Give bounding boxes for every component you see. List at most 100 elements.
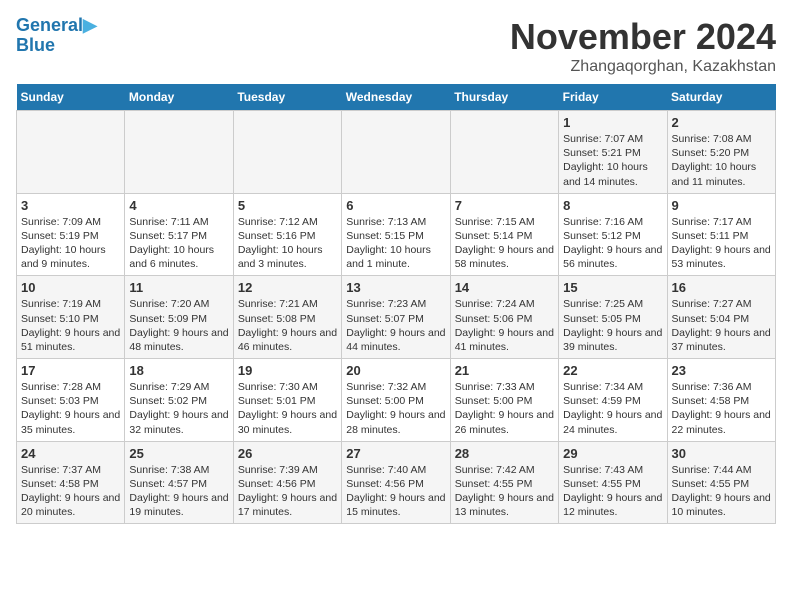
day-number: 4 [129,198,228,213]
day-number: 28 [455,446,554,461]
page-header: General▶ Blue November 2024 Zhangaqorgha… [16,16,776,76]
day-number: 13 [346,280,445,295]
calendar-cell: 5Sunrise: 7:12 AMSunset: 5:16 PMDaylight… [233,193,341,276]
day-number: 15 [563,280,662,295]
calendar-cell [342,111,450,194]
day-info: Sunrise: 7:20 AMSunset: 5:09 PMDaylight:… [129,297,228,354]
day-info: Sunrise: 7:32 AMSunset: 5:00 PMDaylight:… [346,380,445,437]
calendar-cell: 15Sunrise: 7:25 AMSunset: 5:05 PMDayligh… [559,276,667,359]
day-number: 16 [672,280,771,295]
day-number: 10 [21,280,120,295]
calendar-cell: 18Sunrise: 7:29 AMSunset: 5:02 PMDayligh… [125,359,233,442]
day-number: 8 [563,198,662,213]
calendar-cell: 17 Sunrise: 7:28 AMSunset: 5:03 PMDayligh… [17,359,125,442]
calendar-cell: 20 Sunrise: 7:32 AMSunset: 5:00 PMDayligh… [342,359,450,442]
logo-line2: Blue [16,35,55,55]
day-info: Sunrise: 7:28 AMSunset: 5:03 PMDaylight:… [21,380,120,437]
day-number: 20 [346,363,445,378]
calendar-cell: 27 Sunrise: 7:40 AMSunset: 4:56 PMDayligh… [342,441,450,524]
weekday-header-row: SundayMondayTuesdayWednesdayThursdayFrid… [17,84,776,111]
calendar-week-1: 1 Sunrise: 7:07 AMSunset: 5:21 PMDaylight… [17,111,776,194]
calendar-cell: 14 Sunrise: 7:24 AMSunset: 5:06 PMDayligh… [450,276,558,359]
day-number: 9 [672,198,771,213]
day-info: Sunrise: 7:39 AMSunset: 4:56 PMDaylight:… [238,463,337,520]
day-number: 14 [455,280,554,295]
calendar-cell: 29 Sunrise: 7:43 AMSunset: 4:55 PMDayligh… [559,441,667,524]
calendar-cell: 30Sunrise: 7:44 AMSunset: 4:55 PMDayligh… [667,441,775,524]
calendar-cell: 12 Sunrise: 7:21 AMSunset: 5:08 PMDayligh… [233,276,341,359]
calendar-cell: 4 Sunrise: 7:11 AMSunset: 5:17 PMDaylight… [125,193,233,276]
weekday-header-sunday: Sunday [17,84,125,111]
day-info: Sunrise: 7:27 AMSunset: 5:04 PMDaylight:… [672,297,771,354]
day-info: Sunrise: 7:29 AMSunset: 5:02 PMDaylight:… [129,380,228,437]
calendar-cell: 19 Sunrise: 7:30 AMSunset: 5:01 PMDayligh… [233,359,341,442]
day-info: Sunrise: 7:23 AMSunset: 5:07 PMDaylight:… [346,297,445,354]
calendar-cell [233,111,341,194]
day-info: Sunrise: 7:30 AMSunset: 5:01 PMDaylight:… [238,380,337,437]
calendar-cell: 11Sunrise: 7:20 AMSunset: 5:09 PMDayligh… [125,276,233,359]
day-info: Sunrise: 7:08 AMSunset: 5:20 PMDaylight:… [672,132,771,189]
weekday-header-saturday: Saturday [667,84,775,111]
logo-text: General▶ Blue [16,16,97,56]
day-info: Sunrise: 7:16 AMSunset: 5:12 PMDaylight:… [563,215,662,272]
day-info: Sunrise: 7:24 AMSunset: 5:06 PMDaylight:… [455,297,554,354]
calendar-cell: 8 Sunrise: 7:16 AMSunset: 5:12 PMDaylight… [559,193,667,276]
calendar-cell: 10 Sunrise: 7:19 AMSunset: 5:10 PMDayligh… [17,276,125,359]
day-number: 6 [346,198,445,213]
weekday-header-wednesday: Wednesday [342,84,450,111]
month-title: November 2024 [510,16,776,58]
day-info: Sunrise: 7:07 AMSunset: 5:21 PMDaylight:… [563,132,662,189]
day-info: Sunrise: 7:34 AMSunset: 4:59 PMDaylight:… [563,380,662,437]
day-number: 30 [672,446,771,461]
day-info: Sunrise: 7:21 AMSunset: 5:08 PMDaylight:… [238,297,337,354]
location-subtitle: Zhangaqorghan, Kazakhstan [510,58,776,76]
day-number: 1 [563,115,662,130]
day-number: 3 [21,198,120,213]
calendar-cell: 16 Sunrise: 7:27 AMSunset: 5:04 PMDayligh… [667,276,775,359]
calendar-cell: 9Sunrise: 7:17 AMSunset: 5:11 PMDaylight… [667,193,775,276]
day-info: Sunrise: 7:13 AMSunset: 5:15 PMDaylight:… [346,215,445,272]
day-info: Sunrise: 7:19 AMSunset: 5:10 PMDaylight:… [21,297,120,354]
day-info: Sunrise: 7:36 AMSunset: 4:58 PMDaylight:… [672,380,771,437]
day-number: 29 [563,446,662,461]
calendar-cell: 3 Sunrise: 7:09 AMSunset: 5:19 PMDaylight… [17,193,125,276]
day-info: Sunrise: 7:40 AMSunset: 4:56 PMDaylight:… [346,463,445,520]
calendar-cell: 26 Sunrise: 7:39 AMSunset: 4:56 PMDayligh… [233,441,341,524]
day-number: 25 [129,446,228,461]
weekday-header-thursday: Thursday [450,84,558,111]
day-info: Sunrise: 7:12 AMSunset: 5:16 PMDaylight:… [238,215,337,272]
day-number: 26 [238,446,337,461]
day-number: 17 [21,363,120,378]
day-number: 12 [238,280,337,295]
day-number: 23 [672,363,771,378]
day-info: Sunrise: 7:38 AMSunset: 4:57 PMDaylight:… [129,463,228,520]
day-info: Sunrise: 7:37 AMSunset: 4:58 PMDaylight:… [21,463,120,520]
logo-line1: General [16,15,83,35]
day-info: Sunrise: 7:09 AMSunset: 5:19 PMDaylight:… [21,215,120,272]
calendar-cell: 6 Sunrise: 7:13 AMSunset: 5:15 PMDaylight… [342,193,450,276]
day-number: 27 [346,446,445,461]
logo: General▶ Blue [16,16,97,56]
day-info: Sunrise: 7:42 AMSunset: 4:55 PMDaylight:… [455,463,554,520]
day-number: 22 [563,363,662,378]
calendar-cell: 28 Sunrise: 7:42 AMSunset: 4:55 PMDayligh… [450,441,558,524]
calendar-week-2: 3 Sunrise: 7:09 AMSunset: 5:19 PMDaylight… [17,193,776,276]
calendar-week-3: 10 Sunrise: 7:19 AMSunset: 5:10 PMDayligh… [17,276,776,359]
day-info: Sunrise: 7:11 AMSunset: 5:17 PMDaylight:… [129,215,228,272]
weekday-header-friday: Friday [559,84,667,111]
day-info: Sunrise: 7:43 AMSunset: 4:55 PMDaylight:… [563,463,662,520]
calendar-cell: 24Sunrise: 7:37 AMSunset: 4:58 PMDayligh… [17,441,125,524]
day-number: 21 [455,363,554,378]
calendar-cell: 22 Sunrise: 7:34 AMSunset: 4:59 PMDayligh… [559,359,667,442]
calendar-cell: 23 Sunrise: 7:36 AMSunset: 4:58 PMDayligh… [667,359,775,442]
calendar-table: SundayMondayTuesdayWednesdayThursdayFrid… [16,84,776,524]
day-info: Sunrise: 7:33 AMSunset: 5:00 PMDaylight:… [455,380,554,437]
calendar-cell [17,111,125,194]
calendar-cell: 21 Sunrise: 7:33 AMSunset: 5:00 PMDayligh… [450,359,558,442]
day-info: Sunrise: 7:15 AMSunset: 5:14 PMDaylight:… [455,215,554,272]
day-number: 19 [238,363,337,378]
calendar-cell: 13 Sunrise: 7:23 AMSunset: 5:07 PMDayligh… [342,276,450,359]
calendar-cell: 7Sunrise: 7:15 AMSunset: 5:14 PMDaylight… [450,193,558,276]
calendar-cell: 2Sunrise: 7:08 AMSunset: 5:20 PMDaylight… [667,111,775,194]
calendar-cell: 1 Sunrise: 7:07 AMSunset: 5:21 PMDaylight… [559,111,667,194]
